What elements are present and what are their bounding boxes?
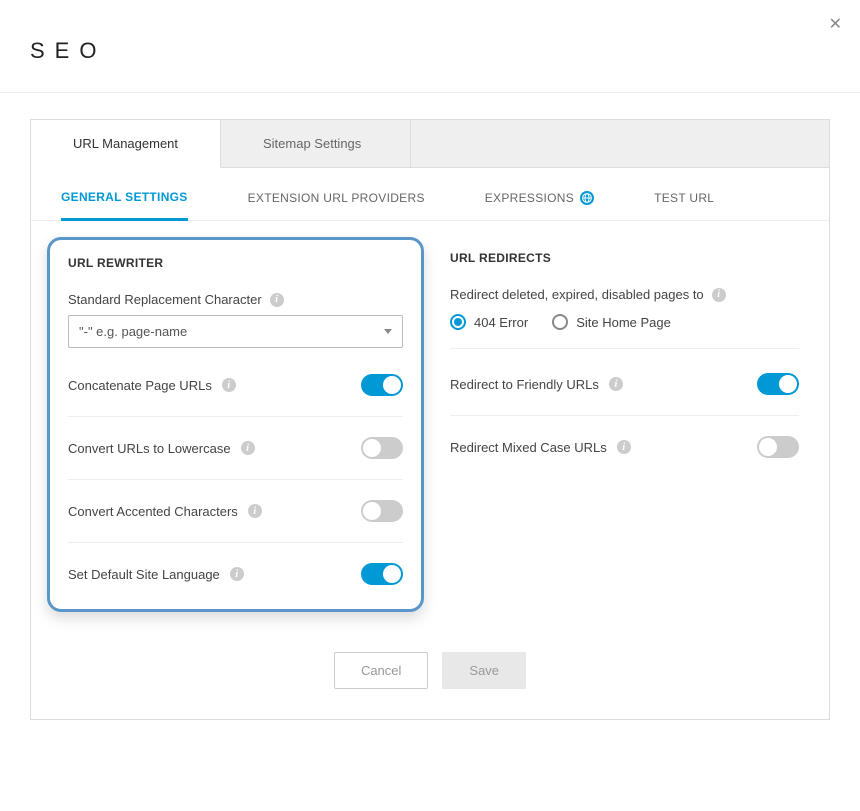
replacement-char-select[interactable]: "-" e.g. page-name — [68, 315, 403, 348]
button-row: Cancel Save — [31, 632, 829, 719]
setting-label: Redirect to Friendly URLs — [450, 377, 599, 392]
radio-icon — [450, 314, 466, 330]
toggle-concatenate[interactable] — [361, 374, 403, 396]
settings-panel: URL Management Sitemap Settings GENERAL … — [30, 119, 830, 720]
cancel-button[interactable]: Cancel — [334, 652, 428, 689]
subtab-test-url[interactable]: TEST URL — [654, 190, 714, 220]
setting-mixed-case: Redirect Mixed Case URLs i — [450, 416, 799, 478]
header: SEO — [0, 0, 860, 93]
subtab-label: TEST URL — [654, 191, 714, 205]
globe-icon — [580, 191, 594, 205]
label-text: Redirect deleted, expired, disabled page… — [450, 287, 704, 302]
save-button[interactable]: Save — [442, 652, 526, 689]
setting-default-language: Set Default Site Language i — [68, 543, 403, 605]
url-rewriter-section: URL REWRITER Standard Replacement Charac… — [47, 237, 424, 612]
replacement-char-label: Standard Replacement Character i — [68, 292, 403, 307]
toggle-lowercase[interactable] — [361, 437, 403, 459]
setting-label: Concatenate Page URLs — [68, 378, 212, 393]
toggle-default-language[interactable] — [361, 563, 403, 585]
tab-label: URL Management — [73, 136, 178, 151]
page-title: SEO — [30, 38, 830, 64]
close-icon[interactable]: ✕ — [829, 14, 842, 34]
toggle-accented[interactable] — [361, 500, 403, 522]
subtab-label: EXTENSION URL PROVIDERS — [248, 191, 425, 205]
setting-accented: Convert Accented Characters i — [68, 480, 403, 543]
tab-sitemap-settings[interactable]: Sitemap Settings — [221, 120, 411, 167]
section-title: URL REDIRECTS — [450, 251, 799, 265]
toggle-mixed-case[interactable] — [757, 436, 799, 458]
setting-label: Redirect Mixed Case URLs — [450, 440, 607, 455]
primary-tabs: URL Management Sitemap Settings — [31, 120, 829, 168]
secondary-tabs: GENERAL SETTINGS EXTENSION URL PROVIDERS… — [31, 168, 829, 221]
info-icon[interactable]: i — [270, 293, 284, 307]
radio-404-error[interactable]: 404 Error — [450, 314, 528, 330]
setting-label: Convert URLs to Lowercase — [68, 441, 231, 456]
info-icon[interactable]: i — [222, 378, 236, 392]
info-icon[interactable]: i — [230, 567, 244, 581]
subtab-expressions[interactable]: EXPRESSIONS — [485, 190, 594, 220]
subtab-label: EXPRESSIONS — [485, 191, 574, 205]
button-label: Cancel — [361, 663, 401, 678]
setting-friendly-urls: Redirect to Friendly URLs i — [450, 353, 799, 416]
setting-label: Convert Accented Characters — [68, 504, 238, 519]
setting-label: Set Default Site Language — [68, 567, 220, 582]
button-label: Save — [469, 663, 499, 678]
subtab-general-settings[interactable]: GENERAL SETTINGS — [61, 190, 188, 221]
radio-icon — [552, 314, 568, 330]
setting-concatenate: Concatenate Page URLs i — [68, 368, 403, 417]
select-value: "-" e.g. page-name — [79, 324, 187, 339]
subtab-label: GENERAL SETTINGS — [61, 190, 188, 204]
radio-site-home-page[interactable]: Site Home Page — [552, 314, 671, 330]
radio-label: Site Home Page — [576, 315, 671, 330]
info-icon[interactable]: i — [241, 441, 255, 455]
radio-label: 404 Error — [474, 315, 528, 330]
chevron-down-icon — [384, 329, 392, 334]
label-text: Standard Replacement Character — [68, 292, 262, 307]
info-icon[interactable]: i — [248, 504, 262, 518]
tab-url-management[interactable]: URL Management — [31, 120, 221, 168]
info-icon[interactable]: i — [617, 440, 631, 454]
subtab-extension-url-providers[interactable]: EXTENSION URL PROVIDERS — [248, 190, 425, 220]
setting-lowercase: Convert URLs to Lowercase i — [68, 417, 403, 480]
toggle-friendly-urls[interactable] — [757, 373, 799, 395]
info-icon[interactable]: i — [712, 288, 726, 302]
section-title: URL REWRITER — [68, 256, 403, 270]
redirect-deleted-label: Redirect deleted, expired, disabled page… — [450, 287, 799, 302]
tab-label: Sitemap Settings — [263, 136, 361, 151]
redirect-options: 404 Error Site Home Page — [450, 310, 799, 349]
url-redirects-section: URL REDIRECTS Redirect deleted, expired,… — [450, 251, 799, 612]
info-icon[interactable]: i — [609, 377, 623, 391]
